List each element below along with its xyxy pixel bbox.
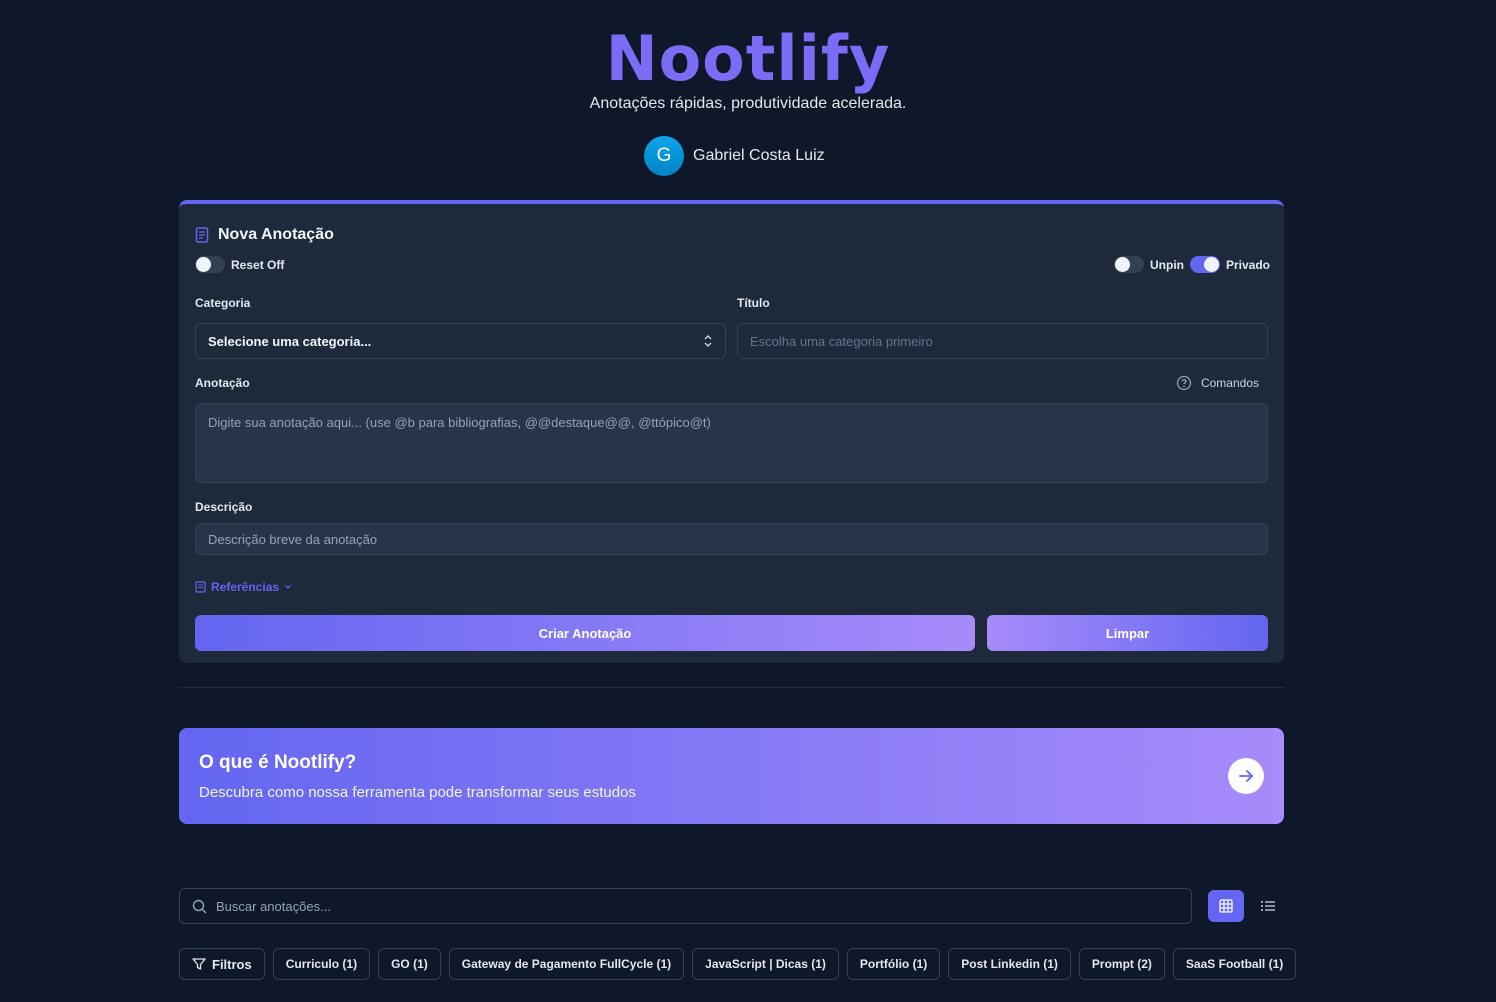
- reset-toggle[interactable]: [195, 256, 225, 273]
- user-name: Gabriel Costa Luiz: [693, 147, 825, 164]
- commands-label: Comandos: [1200, 376, 1259, 390]
- private-toggle-label: Privado: [1226, 257, 1271, 272]
- filters-button[interactable]: Filtros: [179, 948, 265, 980]
- unpin-toggle-group[interactable]: Unpin: [1114, 256, 1184, 273]
- arrow-right-icon[interactable]: [1228, 758, 1264, 794]
- user-profile[interactable]: G Gabriel Costa Luiz: [644, 136, 825, 176]
- filter-chip[interactable]: GO (1): [378, 948, 441, 980]
- search-input[interactable]: Buscar anotações...: [179, 888, 1192, 924]
- reset-toggle-group[interactable]: Reset Off: [195, 256, 284, 273]
- section-divider: [179, 687, 1284, 688]
- private-toggle-group[interactable]: Privado: [1190, 256, 1270, 273]
- description-label: Descrição: [195, 500, 253, 514]
- commands-help[interactable]: Comandos: [1176, 375, 1259, 391]
- card-title-label: Nova Anotação: [218, 226, 334, 243]
- unpin-toggle-label: Unpin: [1150, 257, 1184, 272]
- grid-view-button[interactable]: [1208, 890, 1244, 922]
- title-label: Título: [737, 296, 770, 310]
- clear-button[interactable]: Limpar: [987, 615, 1268, 651]
- filter-chip[interactable]: Post Linkedin (1): [948, 948, 1071, 980]
- category-select-value: Selecione uma categoria...: [208, 333, 372, 349]
- filter-icon: [192, 958, 206, 970]
- description-input[interactable]: Descrição breve da anotação: [195, 523, 1268, 555]
- card-title: Nova Anotação: [195, 226, 334, 244]
- app-logo: Nootlify: [605, 22, 891, 95]
- category-label: Categoria: [195, 296, 251, 310]
- unpin-toggle[interactable]: [1114, 256, 1144, 273]
- list-view-button[interactable]: [1250, 890, 1286, 922]
- filter-chips: Filtros Curriculo (1) GO (1) Gateway de …: [179, 948, 1297, 980]
- title-input[interactable]: Escolha uma categoria primeiro: [737, 323, 1268, 359]
- reset-toggle-label: Reset Off: [231, 257, 285, 272]
- filter-chip[interactable]: SaaS Football (1): [1172, 948, 1297, 980]
- app-tagline: Anotações rápidas, produtividade acelera…: [589, 95, 907, 112]
- filter-chip[interactable]: Prompt (2): [1078, 948, 1165, 980]
- about-banner[interactable]: O que é Nootlify? Descubra como nossa fe…: [179, 728, 1284, 824]
- references-toggle[interactable]: Referências: [195, 580, 292, 594]
- filters-label: Filtros: [212, 956, 252, 972]
- create-note-button[interactable]: Criar Anotação: [195, 615, 975, 651]
- search-placeholder: Buscar anotações...: [216, 898, 331, 914]
- filter-chip[interactable]: Curriculo (1): [272, 948, 371, 980]
- list-icon: [1261, 901, 1275, 911]
- help-circle-icon: [1176, 375, 1192, 391]
- search-icon: [192, 899, 207, 913]
- category-select[interactable]: Selecione uma categoria...: [195, 323, 726, 359]
- avatar: G: [644, 136, 684, 176]
- filter-chip[interactable]: Portfólio (1): [846, 948, 941, 980]
- document-icon: [195, 227, 209, 243]
- references-label: Referências: [211, 580, 280, 594]
- private-toggle[interactable]: [1190, 256, 1220, 273]
- banner-title: O que é Nootlify?: [199, 752, 357, 773]
- grid-icon: [1219, 899, 1233, 913]
- note-label: Anotação: [195, 376, 250, 390]
- book-icon: [195, 581, 206, 593]
- filter-chip[interactable]: JavaScript | Dicas (1): [692, 948, 839, 980]
- chevron-down-icon: [285, 585, 291, 589]
- chevron-updown-icon: [704, 335, 712, 347]
- note-textarea[interactable]: Digite sua anotação aqui... (use @b para…: [195, 403, 1268, 483]
- banner-subtitle: Descubra como nossa ferramenta pode tran…: [199, 784, 636, 801]
- new-note-card: Nova Anotação Reset Off Unpin Privado Ca…: [179, 200, 1284, 663]
- filter-chip[interactable]: Gateway de Pagamento FullCycle (1): [448, 948, 685, 980]
